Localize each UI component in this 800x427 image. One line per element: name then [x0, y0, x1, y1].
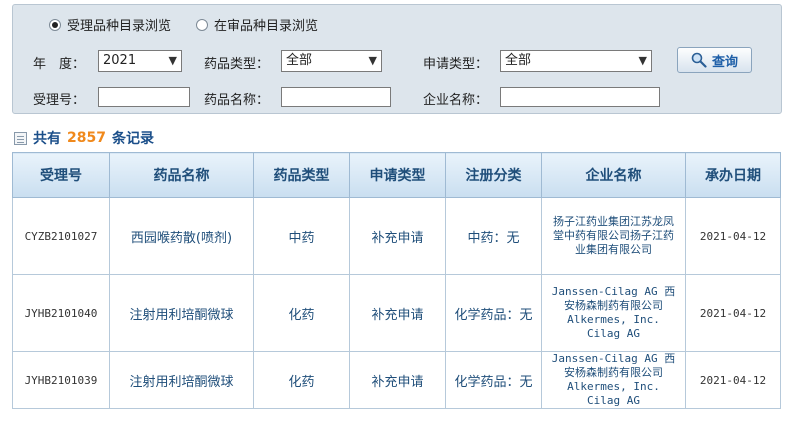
cell-company: Janssen-Cilag AG 西安杨森制药有限公司 Alkermes, In…: [541, 351, 686, 409]
record-prefix: 共有: [33, 131, 61, 147]
cell-company: 扬子江药业集团江苏龙凤堂中药有限公司扬子江药业集团有限公司: [541, 197, 686, 275]
list-icon: [14, 131, 27, 145]
year-select[interactable]: 2021 ▼: [98, 50, 182, 72]
accept-no-label: 受理号：: [33, 93, 86, 108]
cell-drug-type: 中药: [253, 197, 350, 275]
header-drug-type[interactable]: 药品类型: [253, 152, 350, 198]
header-date[interactable]: 承办日期: [685, 152, 781, 198]
accept-no-input[interactable]: [98, 87, 190, 107]
cell-drug-name[interactable]: 西园喉药散(喷剂): [109, 197, 254, 275]
cell-accept-no[interactable]: JYHB2101040: [12, 274, 110, 352]
radio-reviewing-label: 在审品种目录浏览: [214, 19, 319, 34]
drug-type-select[interactable]: 全部 ▼: [281, 50, 382, 72]
chevron-down-icon: ▼: [638, 54, 647, 67]
apply-type-select[interactable]: 全部 ▼: [500, 50, 652, 72]
magnifier-icon: [691, 52, 707, 68]
table-row[interactable]: JYHB2101039 注射用利培酮微球 化药 补充申请 化学药品：无 Jans…: [12, 351, 781, 409]
header-drug-name[interactable]: 药品名称: [109, 152, 254, 198]
drug-name-label: 药品名称：: [204, 93, 270, 108]
cell-reg-class: 化学药品：无: [445, 351, 542, 409]
record-count: 共有 2857 条记录: [14, 128, 154, 148]
header-apply-type[interactable]: 申请类型: [349, 152, 446, 198]
cell-apply-type: 补充申请: [349, 351, 446, 409]
cell-company: Janssen-Cilag AG 西安杨森制药有限公司 Alkermes, In…: [541, 274, 686, 352]
chevron-down-icon: ▼: [168, 54, 177, 67]
query-button-label: 查询: [711, 54, 738, 70]
cell-apply-type: 补充申请: [349, 274, 446, 352]
radio-accepted[interactable]: 受理品种目录浏览: [49, 15, 171, 34]
cell-accept-no[interactable]: JYHB2101039: [12, 351, 110, 409]
chevron-down-icon: ▼: [368, 54, 377, 67]
query-button[interactable]: 查询: [677, 47, 752, 73]
cell-reg-class: 中药：无: [445, 197, 542, 275]
radio-icon[interactable]: [196, 18, 208, 31]
record-count-number: 2857: [67, 130, 106, 146]
header-company[interactable]: 企业名称: [541, 152, 686, 198]
apply-type-select-value: 全部: [505, 53, 532, 68]
apply-type-label: 申请类型：: [423, 57, 489, 72]
cell-drug-type: 化药: [253, 274, 350, 352]
cell-apply-type: 补充申请: [349, 197, 446, 275]
radio-accepted-label: 受理品种目录浏览: [67, 19, 172, 34]
radio-icon[interactable]: [49, 18, 61, 31]
year-label: 年 度：: [33, 57, 86, 72]
table-row[interactable]: CYZB2101027 西园喉药散(喷剂) 中药 补充申请 中药：无 扬子江药业…: [12, 197, 781, 275]
drug-type-select-value: 全部: [286, 53, 313, 68]
drug-name-input[interactable]: [281, 87, 391, 107]
drug-type-label: 药品类型：: [204, 57, 270, 72]
cell-date: 2021-04-12: [685, 274, 781, 352]
cell-drug-name[interactable]: 注射用利培酮微球: [109, 351, 254, 409]
cell-drug-type: 化药: [253, 351, 350, 409]
record-suffix: 条记录: [111, 131, 154, 147]
table-row[interactable]: JYHB2101040 注射用利培酮微球 化药 补充申请 化学药品：无 Jans…: [12, 274, 781, 352]
results-table: 受理号 药品名称 药品类型 申请类型 注册分类 企业名称 承办日期 CYZB21…: [12, 152, 781, 409]
table-header-row: 受理号 药品名称 药品类型 申请类型 注册分类 企业名称 承办日期: [12, 152, 781, 198]
filter-panel: 受理品种目录浏览 在审品种目录浏览 年 度： 2021 ▼ 药品类型： 全部 ▼…: [12, 4, 782, 114]
cell-drug-name[interactable]: 注射用利培酮微球: [109, 274, 254, 352]
cell-date: 2021-04-12: [685, 197, 781, 275]
header-accept-no[interactable]: 受理号: [12, 152, 110, 198]
company-input[interactable]: [500, 87, 660, 107]
header-reg-class[interactable]: 注册分类: [445, 152, 542, 198]
cell-accept-no[interactable]: CYZB2101027: [12, 197, 110, 275]
radio-reviewing[interactable]: 在审品种目录浏览: [196, 15, 318, 34]
cell-reg-class: 化学药品：无: [445, 274, 542, 352]
company-label: 企业名称：: [423, 93, 489, 108]
year-select-value: 2021: [103, 53, 137, 68]
cell-date: 2021-04-12: [685, 351, 781, 409]
